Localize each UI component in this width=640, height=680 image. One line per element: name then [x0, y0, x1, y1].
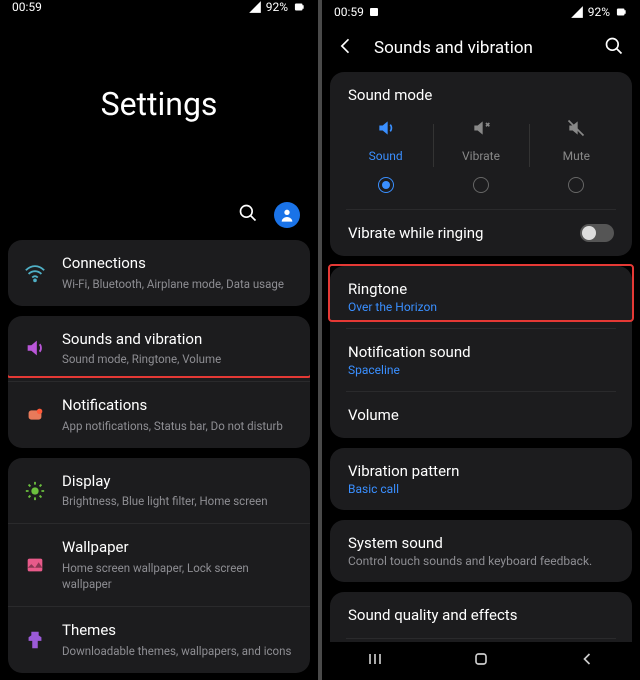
mode-sound[interactable]: Sound	[338, 118, 433, 193]
row-title: Notifications	[62, 396, 294, 416]
settings-list: Connections Wi-Fi, Bluetooth, Airplane m…	[0, 240, 318, 680]
item-sub: Basic call	[348, 482, 614, 496]
item-vibrate-ringing[interactable]: Vibrate while ringing	[330, 210, 632, 256]
person-icon	[279, 207, 295, 223]
item-ringtone[interactable]: Ringtone Over the Horizon	[330, 266, 632, 328]
search-button[interactable]	[238, 203, 258, 227]
item-sub: Spaceline	[348, 363, 614, 377]
mode-vibrate[interactable]: Vibrate	[433, 118, 528, 193]
mute-icon	[566, 118, 586, 138]
radio-icon	[473, 177, 489, 193]
sounds-vibration-screen: 00:59 92% Sounds and vibration Sound mod…	[322, 0, 640, 680]
search-button[interactable]	[604, 36, 624, 60]
nav-bar	[322, 642, 640, 680]
item-sub: Control touch sounds and keyboard feedba…	[348, 554, 614, 568]
nav-home[interactable]	[471, 649, 491, 673]
item-sound-quality[interactable]: Sound quality and effects	[330, 592, 632, 638]
nav-back[interactable]	[577, 649, 597, 673]
item-title: Volume	[348, 406, 614, 424]
search-icon	[238, 203, 258, 223]
sound-mode-selector: Sound Vibrate Mute	[330, 114, 632, 209]
item-title: System sound	[348, 534, 614, 552]
row-title: Themes	[62, 621, 294, 641]
brightness-icon	[24, 480, 46, 502]
mode-label: Mute	[563, 149, 590, 163]
mode-label: Sound	[369, 149, 403, 163]
battery-icon	[614, 5, 628, 19]
item-sounds-vibration[interactable]: Sounds and vibration Sound mode, Rington…	[8, 316, 310, 382]
item-wallpaper[interactable]: Wallpaper Home screen wallpaper, Lock sc…	[8, 523, 310, 606]
item-connections[interactable]: Connections Wi-Fi, Bluetooth, Airplane m…	[8, 240, 310, 306]
header-actions	[0, 194, 318, 240]
appbar-title: Sounds and vibration	[374, 38, 586, 58]
row-sub: Brightness, Blue light filter, Home scre…	[62, 493, 294, 509]
content: Sound mode Sound Vibrate Mute	[322, 72, 640, 642]
signal-icon	[248, 0, 262, 14]
item-notification-sound[interactable]: Notification sound Spaceline	[330, 329, 632, 391]
item-title: Vibrate while ringing	[348, 224, 580, 242]
settings-home-screen: 00:59 92% Settings Connections Wi-Fi, Bl…	[0, 0, 318, 680]
status-bar: 00:59 92%	[0, 0, 318, 14]
row-sub: Wi-Fi, Bluetooth, Airplane mode, Data us…	[62, 276, 294, 292]
battery-pct: 92%	[588, 5, 610, 19]
row-sub: Downloadable themes, wallpapers, and ico…	[62, 643, 294, 659]
wallpaper-icon	[24, 554, 46, 576]
radio-icon	[568, 177, 584, 193]
back-button[interactable]	[336, 36, 356, 60]
app-bar: Sounds and vibration	[322, 24, 640, 72]
battery-icon	[292, 0, 306, 14]
sound-mode-label: Sound mode	[330, 72, 632, 114]
signal-icon	[570, 5, 584, 19]
item-title: Sound quality and effects	[348, 606, 614, 624]
row-title: Sounds and vibration	[62, 330, 294, 350]
clock: 00:59	[12, 0, 42, 14]
sound-icon	[376, 118, 396, 138]
item-sub: Over the Horizon	[348, 300, 614, 314]
nav-recent[interactable]	[365, 649, 385, 673]
mode-mute[interactable]: Mute	[529, 118, 624, 193]
search-icon	[604, 36, 624, 56]
wifi-icon	[24, 262, 46, 284]
mode-label: Vibrate	[462, 149, 500, 163]
item-vibration-pattern[interactable]: Vibration pattern Basic call	[330, 448, 632, 510]
page-title: Settings	[0, 14, 318, 194]
item-title: Vibration pattern	[348, 462, 614, 480]
item-title: Ringtone	[348, 280, 614, 298]
row-sub: App notifications, Status bar, Do not di…	[62, 418, 294, 434]
item-system-sound[interactable]: System sound Control touch sounds and ke…	[330, 520, 632, 582]
row-sub: Sound mode, Ringtone, Volume	[62, 351, 294, 367]
speaker-icon	[24, 337, 46, 359]
row-title: Display	[62, 472, 294, 492]
item-notifications[interactable]: Notifications App notifications, Status …	[8, 381, 310, 448]
status-bar: 00:59 92%	[322, 0, 640, 24]
themes-icon	[24, 629, 46, 651]
account-avatar[interactable]	[274, 202, 300, 228]
switch-vibrate-ringing[interactable]	[580, 224, 614, 242]
item-title: Notification sound	[348, 343, 614, 361]
notifications-icon	[24, 404, 46, 426]
chevron-left-icon	[336, 36, 356, 56]
row-sub: Home screen wallpaper, Lock screen wallp…	[62, 560, 294, 592]
row-title: Wallpaper	[62, 538, 294, 558]
screenshot-icon	[368, 6, 380, 18]
item-display[interactable]: Display Brightness, Blue light filter, H…	[8, 458, 310, 524]
item-themes[interactable]: Themes Downloadable themes, wallpapers, …	[8, 606, 310, 673]
radio-icon	[378, 177, 394, 193]
vibrate-icon	[471, 118, 491, 138]
item-volume[interactable]: Volume	[330, 392, 632, 438]
row-title: Connections	[62, 254, 294, 274]
clock: 00:59	[334, 5, 364, 19]
battery-pct: 92%	[266, 0, 288, 14]
